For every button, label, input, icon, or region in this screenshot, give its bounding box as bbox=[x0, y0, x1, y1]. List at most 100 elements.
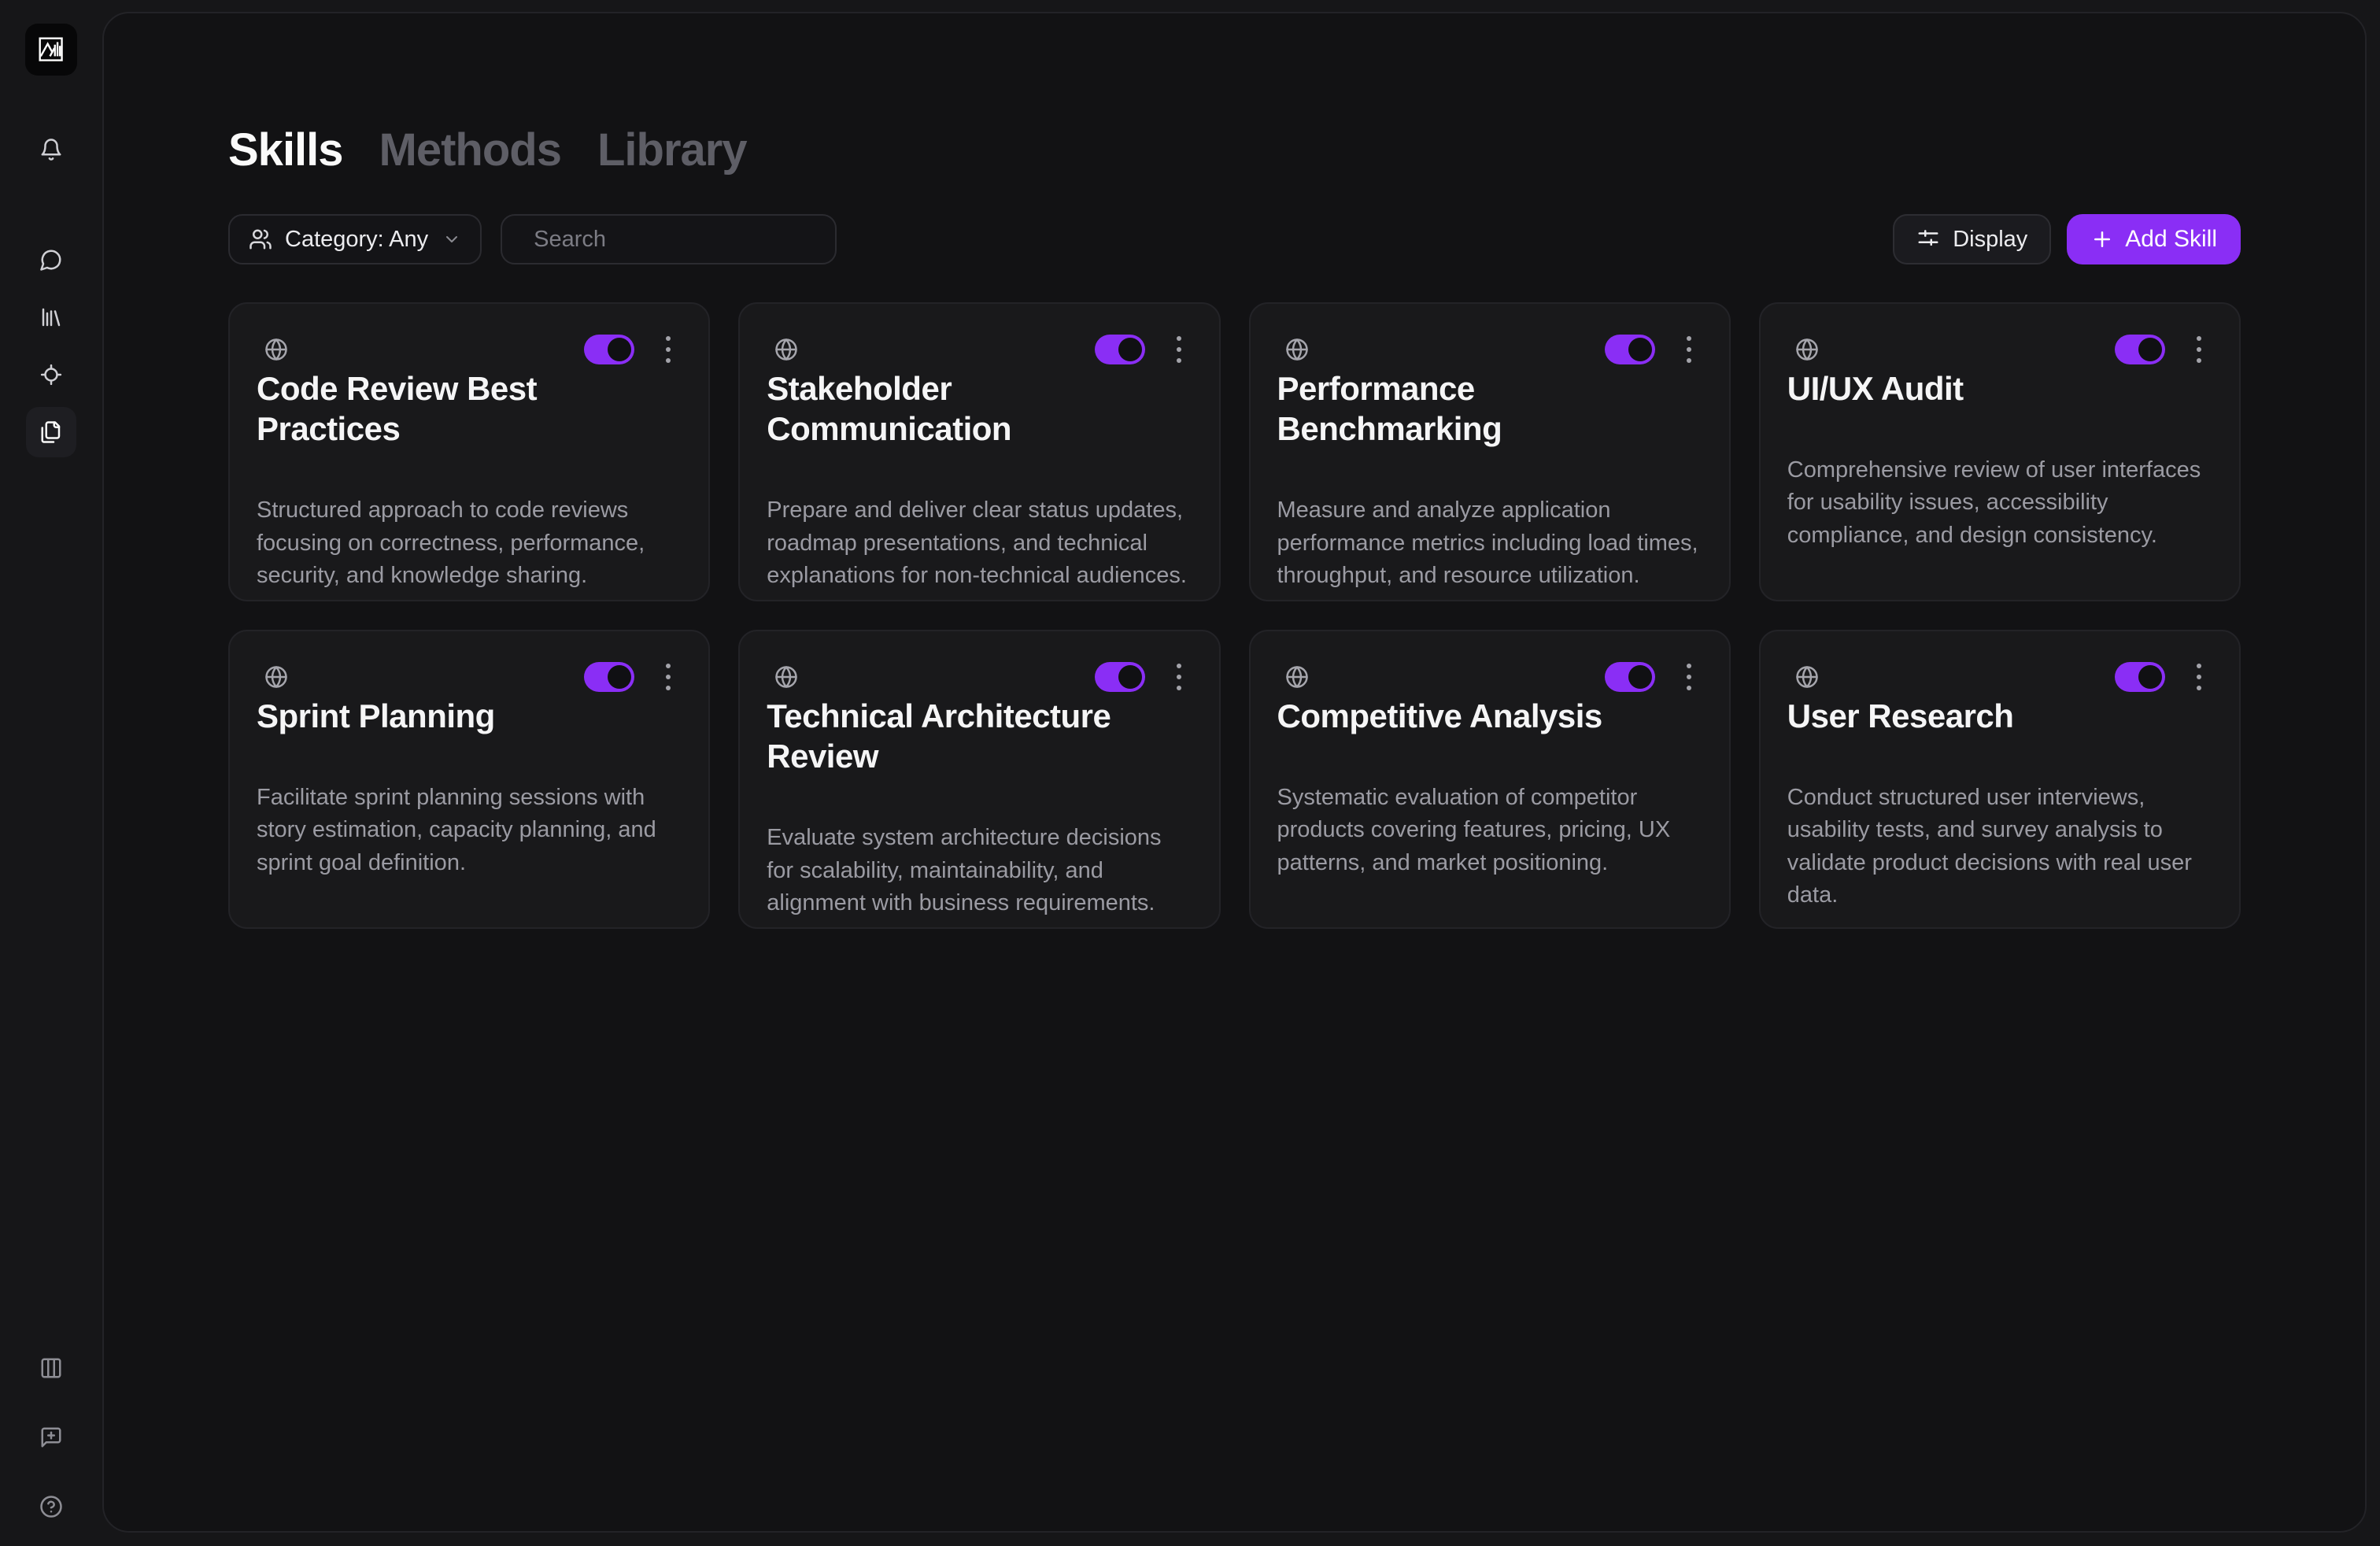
dot bbox=[2197, 336, 2201, 341]
display-options-button[interactable]: Display bbox=[1893, 214, 2051, 264]
add-skill-button[interactable]: Add Skill bbox=[2067, 214, 2241, 264]
main-panel: Skills Methods Library Category: Any bbox=[102, 12, 2367, 1533]
skill-toggle[interactable] bbox=[584, 662, 634, 692]
skill-title: Sprint Planning bbox=[257, 696, 682, 736]
skill-menu-button[interactable] bbox=[2186, 658, 2212, 696]
help-button[interactable] bbox=[26, 1481, 76, 1532]
library-button[interactable] bbox=[26, 292, 76, 342]
toolbar: Category: Any Display Add Skill bbox=[228, 214, 2241, 264]
skill-card: UI/UX Audit Comprehensive review of user… bbox=[1759, 302, 2241, 601]
crosshair-icon bbox=[39, 363, 63, 386]
skill-card-header bbox=[257, 331, 682, 368]
skills-grid: Code Review Best Practices Structured ap… bbox=[228, 302, 2241, 929]
library-icon bbox=[39, 305, 63, 329]
skill-card: Stakeholder Communication Prepare and de… bbox=[738, 302, 1220, 601]
dot bbox=[1177, 675, 1181, 679]
toggle-knob bbox=[1628, 338, 1652, 361]
skill-title: User Research bbox=[1787, 696, 2212, 736]
dot bbox=[666, 686, 671, 690]
skill-description: Evaluate system architecture decisions f… bbox=[767, 822, 1192, 919]
skill-card-header bbox=[767, 658, 1192, 696]
skill-card-header bbox=[1277, 331, 1702, 368]
tab-methods[interactable]: Methods bbox=[379, 124, 561, 176]
skill-title: Technical Architecture Review bbox=[767, 696, 1192, 776]
globe-icon bbox=[264, 665, 288, 689]
globe-icon bbox=[1285, 665, 1309, 689]
skill-card: Sprint Planning Facilitate sprint planni… bbox=[228, 630, 710, 929]
skill-description: Facilitate sprint planning sessions with… bbox=[257, 782, 682, 879]
chat-button[interactable] bbox=[26, 235, 76, 285]
skills-nav-button[interactable] bbox=[26, 407, 76, 457]
sidebar-bottom bbox=[26, 1343, 76, 1532]
toggle-knob bbox=[1118, 665, 1142, 689]
skill-menu-button[interactable] bbox=[1166, 331, 1192, 368]
locate-button[interactable] bbox=[26, 350, 76, 400]
dot bbox=[2197, 347, 2201, 352]
dot bbox=[1687, 675, 1691, 679]
display-button-label: Display bbox=[1953, 227, 2027, 253]
globe-icon bbox=[774, 338, 798, 361]
toggle-knob bbox=[608, 338, 631, 361]
skill-description: Prepare and deliver clear status updates… bbox=[767, 494, 1192, 592]
sliders-icon bbox=[1916, 227, 1940, 251]
skill-card: Code Review Best Practices Structured ap… bbox=[228, 302, 710, 601]
users-icon bbox=[249, 227, 272, 251]
skill-toggle[interactable] bbox=[1095, 662, 1145, 692]
notifications-button[interactable] bbox=[26, 124, 76, 175]
skill-toggle[interactable] bbox=[2115, 335, 2165, 364]
category-filter-button[interactable]: Category: Any bbox=[228, 214, 482, 264]
skill-toggle[interactable] bbox=[2115, 662, 2165, 692]
category-filter-label: Category: Any bbox=[285, 227, 428, 253]
dot bbox=[1687, 686, 1691, 690]
globe-icon bbox=[1795, 665, 1819, 689]
skill-card-header bbox=[1787, 331, 2212, 368]
toggle-knob bbox=[2138, 338, 2162, 361]
toggle-knob bbox=[608, 665, 631, 689]
dot bbox=[1177, 347, 1181, 352]
skill-description: Structured approach to code reviews focu… bbox=[257, 494, 682, 592]
dot bbox=[1687, 664, 1691, 668]
skill-description: Measure and analyze application performa… bbox=[1277, 494, 1702, 592]
logo-monogram-icon bbox=[34, 32, 68, 67]
dot bbox=[1177, 358, 1181, 363]
skill-menu-button[interactable] bbox=[655, 331, 682, 368]
tab-library[interactable]: Library bbox=[597, 124, 747, 176]
skill-title: Stakeholder Communication bbox=[767, 368, 1192, 449]
skill-menu-button[interactable] bbox=[655, 658, 682, 696]
dot bbox=[2197, 675, 2201, 679]
dot bbox=[2197, 358, 2201, 363]
skill-menu-button[interactable] bbox=[1676, 658, 1702, 696]
columns-view-button[interactable] bbox=[26, 1343, 76, 1393]
dot bbox=[666, 347, 671, 352]
skill-card-header bbox=[257, 658, 682, 696]
skill-menu-button[interactable] bbox=[1676, 331, 1702, 368]
tab-skills[interactable]: Skills bbox=[228, 124, 343, 176]
search-input[interactable] bbox=[532, 226, 832, 253]
skill-menu-button[interactable] bbox=[2186, 331, 2212, 368]
skill-description: Comprehensive review of user interfaces … bbox=[1787, 454, 2212, 552]
dot bbox=[1177, 686, 1181, 690]
globe-icon bbox=[264, 338, 288, 361]
skill-card: Competitive Analysis Systematic evaluati… bbox=[1249, 630, 1731, 929]
feedback-button[interactable] bbox=[26, 1412, 76, 1463]
skill-toggle[interactable] bbox=[1605, 335, 1655, 364]
columns-icon bbox=[39, 1356, 63, 1380]
skill-card-header bbox=[1277, 658, 1702, 696]
chat-bubble-icon bbox=[39, 248, 63, 272]
dot bbox=[1687, 358, 1691, 363]
dot bbox=[2197, 664, 2201, 668]
skill-toggle[interactable] bbox=[1605, 662, 1655, 692]
globe-icon bbox=[1795, 338, 1819, 361]
skill-menu-button[interactable] bbox=[1166, 658, 1192, 696]
skill-toggle[interactable] bbox=[1095, 335, 1145, 364]
app-logo[interactable] bbox=[25, 24, 77, 76]
dot bbox=[666, 675, 671, 679]
dot bbox=[1687, 336, 1691, 341]
dot bbox=[2197, 686, 2201, 690]
page-tabs: Skills Methods Library bbox=[228, 124, 2241, 176]
skill-title: UI/UX Audit bbox=[1787, 368, 2212, 409]
skill-description: Conduct structured user interviews, usab… bbox=[1787, 782, 2212, 912]
skill-card: User Research Conduct structured user in… bbox=[1759, 630, 2241, 929]
skill-toggle[interactable] bbox=[584, 335, 634, 364]
plus-icon bbox=[2090, 227, 2114, 251]
